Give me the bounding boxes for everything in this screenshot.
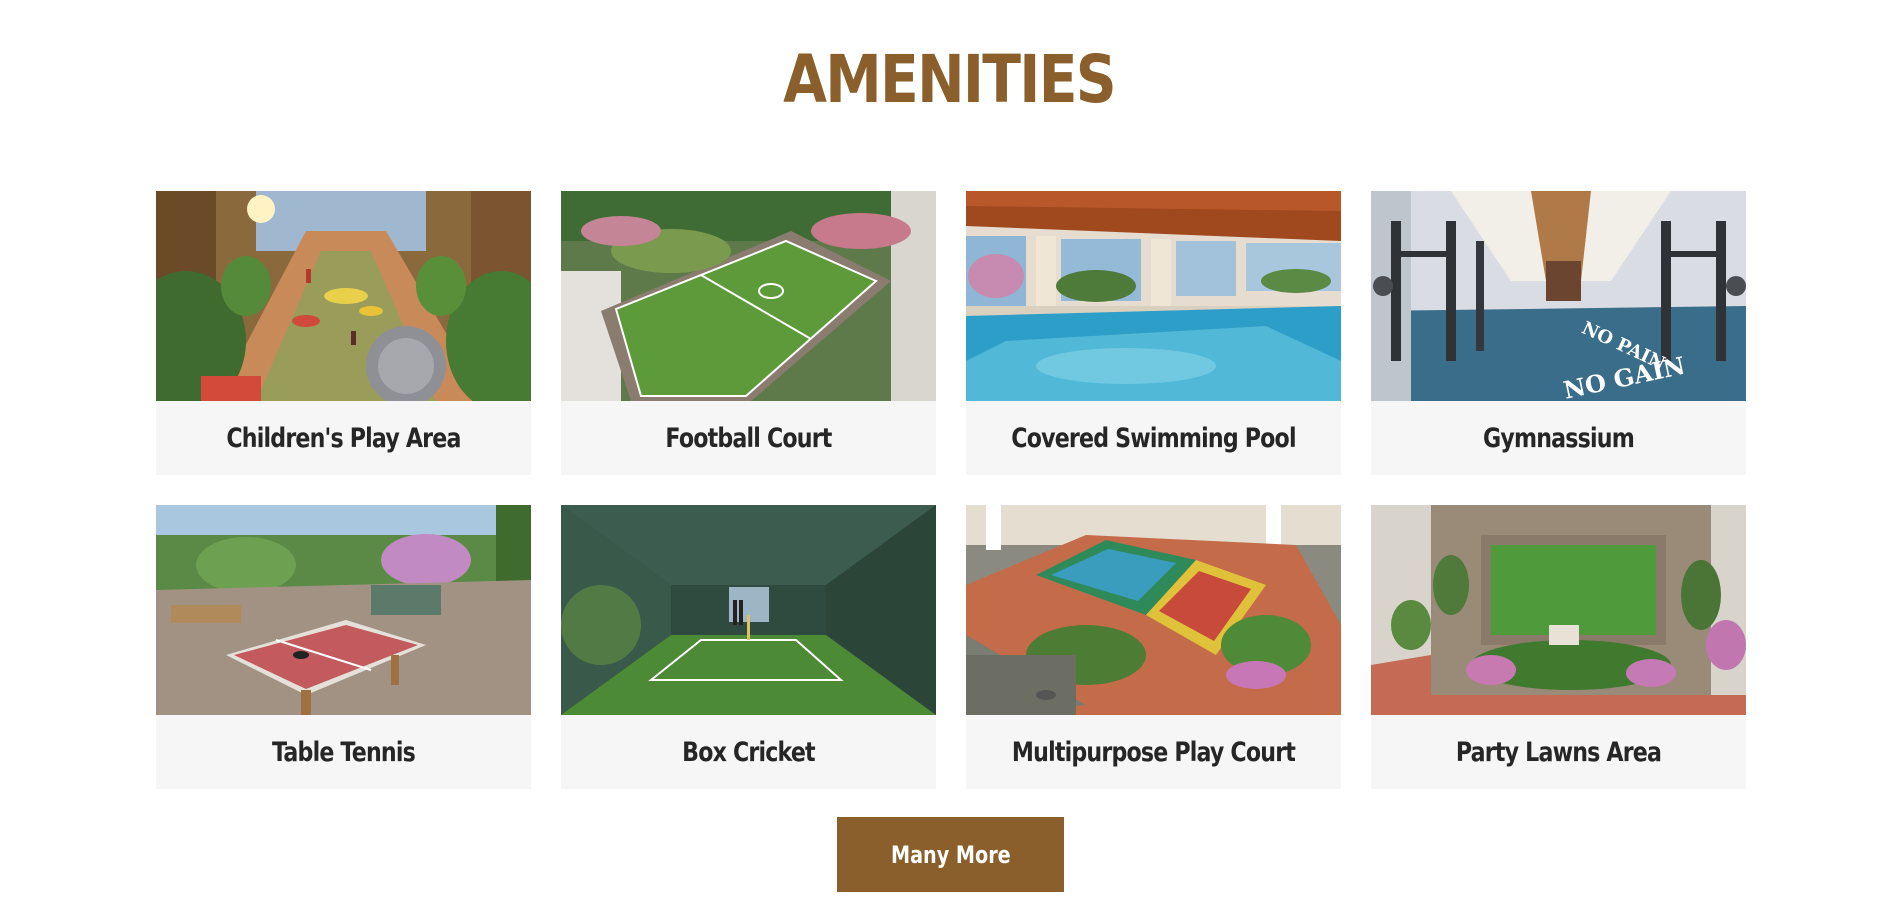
amenity-label: Football Court xyxy=(665,422,832,454)
gymnasium-image: NO PAIN NO GAIN xyxy=(1371,191,1746,401)
amenity-card-football-court[interactable]: Football Court xyxy=(561,191,936,475)
section-title: AMENITIES xyxy=(783,41,1117,118)
children-play-area-image xyxy=(156,191,531,401)
amenity-card-box-cricket[interactable]: Box Cricket xyxy=(561,505,936,789)
amenity-label: Box Cricket xyxy=(682,736,815,768)
football-court-image xyxy=(561,191,936,401)
amenity-card-multipurpose-court[interactable]: Multipurpose Play Court xyxy=(966,505,1341,789)
amenity-label: Party Lawns Area xyxy=(1455,736,1662,768)
amenity-card-table-tennis[interactable]: Table Tennis xyxy=(156,505,531,789)
many-more-button[interactable]: Many More xyxy=(837,817,1064,892)
amenity-label: Covered Swimming Pool xyxy=(1011,422,1296,454)
table-tennis-image xyxy=(156,505,531,715)
many-more-button-label: Many More xyxy=(890,840,1011,869)
amenity-label: Table Tennis xyxy=(272,736,416,768)
amenity-label: Children's Play Area xyxy=(226,422,461,454)
amenities-section: AMENITIES Children's Play Area Football … xyxy=(0,0,1898,906)
amenity-card-children-play-area[interactable]: Children's Play Area xyxy=(156,191,531,475)
amenity-card-party-lawns[interactable]: Party Lawns Area xyxy=(1371,505,1746,789)
amenity-card-swimming-pool[interactable]: Covered Swimming Pool xyxy=(966,191,1341,475)
multipurpose-court-image xyxy=(966,505,1341,715)
amenity-label: Gymnassium xyxy=(1483,422,1635,454)
box-cricket-image xyxy=(561,505,936,715)
amenity-card-gymnasium[interactable]: NO PAIN NO GAIN Gymnassium xyxy=(1371,191,1746,475)
amenity-label: Multipurpose Play Court xyxy=(1011,736,1296,768)
amenities-grid: Children's Play Area Football Court Cove… xyxy=(156,191,1748,789)
swimming-pool-image xyxy=(966,191,1341,401)
party-lawns-image xyxy=(1371,505,1746,715)
